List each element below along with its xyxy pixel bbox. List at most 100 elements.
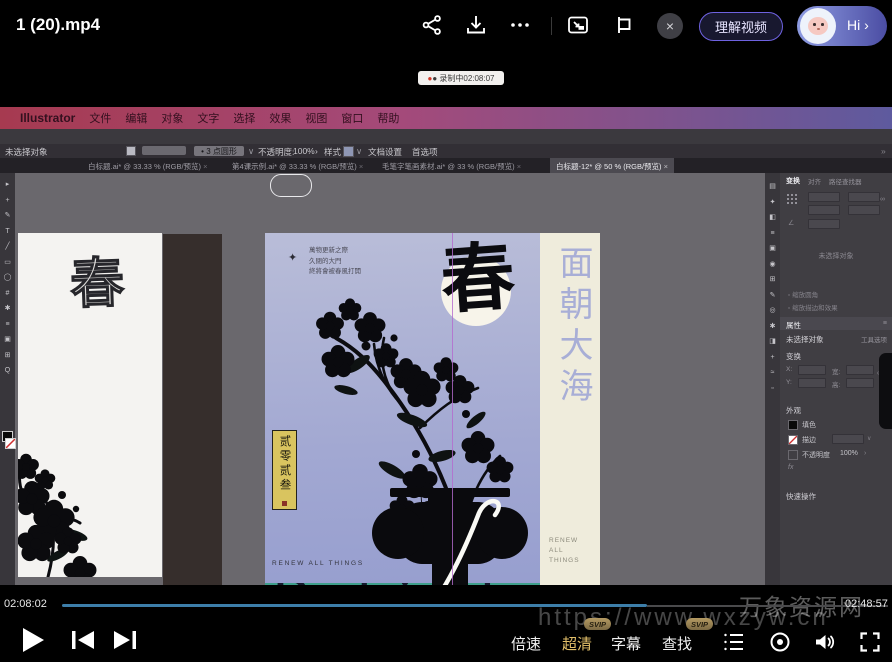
fill-swatch: [126, 146, 136, 156]
scale-strokes-option: ▫ 缩放描边和效果: [788, 302, 838, 312]
divider: [551, 17, 552, 35]
scale-corners-option: ▫ 缩放圆角: [788, 289, 818, 299]
download-icon[interactable]: [464, 13, 490, 39]
understand-video-button[interactable]: 理解视频: [699, 12, 783, 41]
panel-toggle-icon: »: [881, 146, 886, 156]
tab-close-icon: ×: [359, 162, 363, 171]
y-label: Y:: [786, 379, 792, 386]
hi-label: Hi ›: [847, 17, 869, 33]
w-field2: [846, 365, 874, 375]
chevron-down-icon: ∨: [867, 435, 871, 442]
menu-window: 窗口: [341, 110, 363, 126]
stroke-weight-field: [832, 434, 864, 444]
chevron-down-icon: ∨: [356, 146, 362, 157]
assistant-pill[interactable]: Hi ›: [797, 6, 887, 46]
progress-bar[interactable]: [62, 604, 888, 607]
opacity-row-label: 不透明度: [802, 450, 830, 460]
h-label: 高:: [832, 379, 840, 389]
y-field: [808, 205, 840, 215]
svip-badge: SVIP: [686, 618, 713, 630]
avatar: [800, 8, 836, 44]
find-button[interactable]: 查找: [662, 633, 692, 654]
renew-stack-text: RENEW ALL THINGS: [549, 536, 580, 566]
share-icon[interactable]: [420, 13, 446, 39]
y-field2: [798, 378, 826, 388]
speed-button[interactable]: 倍速: [511, 633, 541, 654]
opacity-row-value: 100%: [840, 450, 858, 457]
panel-icons: ▤ ✦ ◧ ≡ ▣ ◉ ⊞ ✎ ◎ ✱ ◨ + ≈ ▫: [765, 173, 780, 396]
close-icon[interactable]: ×: [657, 13, 683, 39]
more-options-icon[interactable]: [508, 13, 534, 39]
renew-inline-text: RENEW ALL THINGS: [272, 560, 364, 567]
document-tab-bar: 白标题.ai* @ 33.33 % (RGB/预览) × 第4课示例.ai* @…: [0, 158, 892, 173]
current-time: 02:08:02: [4, 598, 47, 610]
video-title: 1 (20).mp4: [16, 15, 100, 35]
fill-swatch: [788, 420, 798, 430]
chevron-icon: ›: [315, 146, 318, 156]
total-time: 02:48:57: [845, 598, 888, 610]
angle-field: [808, 219, 840, 229]
angle-icon: ∠: [788, 219, 794, 227]
preferences-button: 首选项: [412, 146, 438, 158]
opacity-icon: [788, 450, 798, 460]
height-field: [848, 205, 880, 215]
menu-effect: 效果: [269, 110, 291, 126]
volume-icon[interactable]: [812, 630, 836, 654]
transform-section-label: 变换: [786, 351, 801, 362]
progress-fill: [62, 604, 647, 607]
stroke-color-indicator: [5, 438, 16, 449]
menu-type: 文字: [197, 110, 219, 126]
stroke-weight-field: [142, 146, 186, 155]
plum-branch-art: [18, 397, 138, 577]
stroke-label: 描边: [802, 435, 816, 445]
x-label: X:: [786, 366, 792, 373]
artboard-poster: 春 ✦ 萬物更新之際久閉的大門終將會被春風打開 面朝大海 RENEW ALL T…: [265, 233, 600, 623]
panel-tabs: 变换 对齐 路径查找器: [786, 176, 862, 186]
quick-actions-label: 快速操作: [786, 491, 816, 502]
properties-header: 属性 ≡: [780, 317, 892, 330]
tab-transform: 变换: [786, 176, 800, 186]
x-field: [808, 192, 840, 202]
tool-icons: ▸ + ✎ T ╱ ▭ ◯ # ✱ ≡ ▣ ⊞ Q: [0, 173, 15, 379]
mini-window-icon[interactable]: [612, 13, 638, 39]
video-viewport[interactable]: Illustrator 文件 编辑 对象 文字 选择 效果 视图 窗口 帮助 6…: [0, 52, 892, 588]
tab-align: 对齐: [808, 176, 821, 186]
w-label: 宽:: [832, 366, 840, 376]
style-swatch: [343, 146, 354, 157]
guide-line: [452, 233, 453, 623]
tab-pathfinder: 路径查找器: [829, 176, 862, 186]
menu-object: 对象: [161, 110, 183, 126]
recording-badge: ●● 录制中02:08:07: [418, 71, 504, 85]
settings-icon[interactable]: [768, 630, 792, 654]
chevron-down-icon: ∨: [248, 146, 254, 157]
ai-toolbar: ▸ + ✎ T ╱ ▭ ◯ # ✱ ≡ ▣ ⊞ Q: [0, 173, 15, 637]
play-button[interactable]: [15, 623, 49, 657]
opacity-value: 100%: [293, 146, 315, 156]
panel-empty-message: 未选择对象: [780, 251, 892, 261]
collapsed-panel-handle: [879, 353, 892, 429]
brush-dropdown: • 3 点圆形: [194, 146, 244, 156]
fx-button: fx: [788, 464, 793, 471]
picture-in-picture-icon[interactable]: [566, 13, 592, 39]
svip-badge: SVIP: [584, 618, 611, 630]
panel-icon-strip: ▤ ✦ ◧ ≡ ▣ ◉ ⊞ ✎ ◎ ✱ ◨ + ≈ ▫: [765, 173, 780, 637]
menu-edit: 编辑: [125, 110, 147, 126]
ai-canvas: ▸ + ✎ T ╱ ▭ ◯ # ✱ ≡ ▣ ⊞ Q 春: [0, 173, 892, 637]
document-setup-button: 文档设置: [368, 146, 402, 158]
chevron-icon: ›: [864, 450, 866, 457]
tab-close-icon: ×: [664, 162, 668, 171]
quality-button[interactable]: 超清: [562, 633, 592, 654]
previous-button[interactable]: [70, 629, 96, 651]
panel-menu-icon: ≡: [883, 320, 887, 327]
doc-tab: 毛笔字笔画素材.ai* @ 33 % (RGB/预览) ×: [382, 161, 521, 172]
subtitles-button[interactable]: 字幕: [611, 633, 641, 654]
reference-point-grid: [786, 193, 798, 205]
next-button[interactable]: [112, 629, 138, 651]
player-top-bar: 1 (20).mp4 × 理解视频 Hi ›: [0, 0, 892, 52]
tab-close-icon: ×: [203, 162, 207, 171]
playlist-icon[interactable]: [722, 630, 746, 654]
recording-text: ● 录制中02:08:07: [432, 74, 494, 83]
link-dimensions-icon: ∞: [880, 196, 885, 203]
ai-control-bar: 未选择对象 • 3 点圆形 ∨ 不透明度: 100% › 样式 ∨ 文档设置 首…: [0, 144, 892, 158]
fullscreen-icon[interactable]: [858, 630, 882, 654]
